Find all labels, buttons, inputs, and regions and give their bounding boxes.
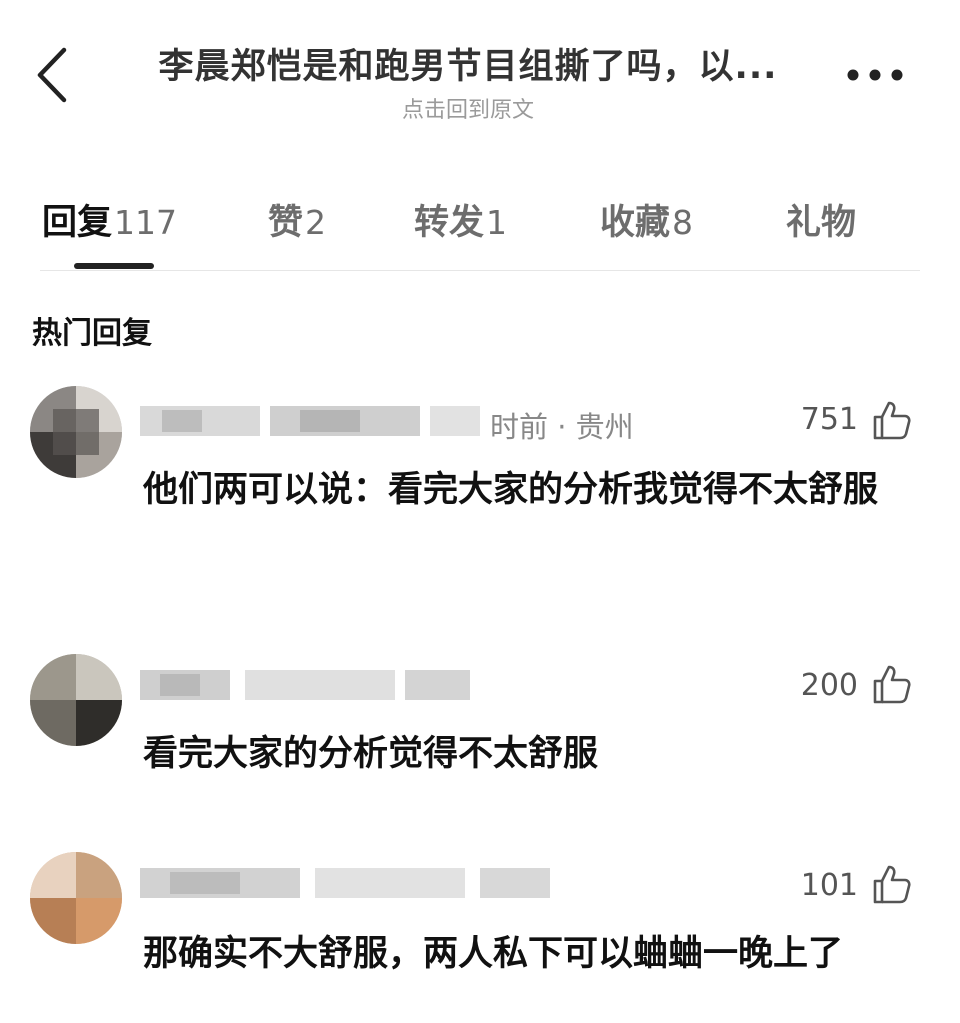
comment-text: 看完大家的分析觉得不太舒服 (143, 734, 599, 774)
page-title: 李晨郑恺是和跑男节目组撕了吗，以... (158, 47, 778, 87)
like-button[interactable] (870, 398, 914, 442)
tab-label: 转发 (414, 203, 485, 243)
like-button[interactable] (870, 862, 914, 906)
tab-reposts[interactable]: 转发 1 (414, 194, 507, 244)
tab-likes[interactable]: 赞2 (268, 194, 326, 244)
avatar[interactable] (30, 386, 122, 478)
comment-text: 那确实不大舒服，两人私下可以蛐蛐一晚上了 (143, 934, 844, 974)
chevron-left-icon (37, 47, 67, 103)
tab-favorites[interactable]: 收藏 8 (600, 194, 693, 244)
section-title: 热门回复 (32, 316, 152, 351)
tab-count: 1 (486, 203, 508, 242)
thumbs-up-icon (873, 865, 911, 904)
blurred-username (140, 406, 480, 436)
like-count: 101 (800, 868, 858, 903)
like-count: 751 (800, 402, 858, 437)
tab-count: 2 (305, 203, 327, 242)
comment-meta: 时前 · 贵州 (490, 410, 634, 444)
back-to-original-link[interactable]: 点击回到原文 (118, 92, 818, 124)
active-tab-indicator (74, 263, 154, 269)
tab-count: 8 (672, 203, 694, 242)
tab-label: 礼物 (786, 203, 857, 243)
like-count: 200 (800, 668, 858, 703)
more-button[interactable] (840, 58, 910, 92)
more-dots-icon (847, 69, 903, 81)
tab-divider (40, 270, 920, 271)
tab-label: 收藏 (600, 203, 671, 243)
blurred-username (140, 868, 550, 898)
tab-count: 117 (114, 203, 178, 242)
thumbs-up-icon (873, 401, 911, 440)
thumbs-up-icon (873, 665, 911, 704)
back-button[interactable] (30, 42, 78, 108)
avatar[interactable] (30, 852, 122, 944)
comment-text: 他们两可以说：看完大家的分析我觉得不太舒服 (143, 470, 879, 510)
tab-label: 赞 (268, 203, 304, 243)
blurred-username (140, 670, 470, 700)
tab-label: 回复 (42, 203, 113, 243)
tab-gifts[interactable]: 礼物 (786, 194, 858, 244)
avatar[interactable] (30, 654, 122, 746)
like-button[interactable] (870, 662, 914, 706)
tab-replies[interactable]: 回复 117 (42, 194, 177, 244)
